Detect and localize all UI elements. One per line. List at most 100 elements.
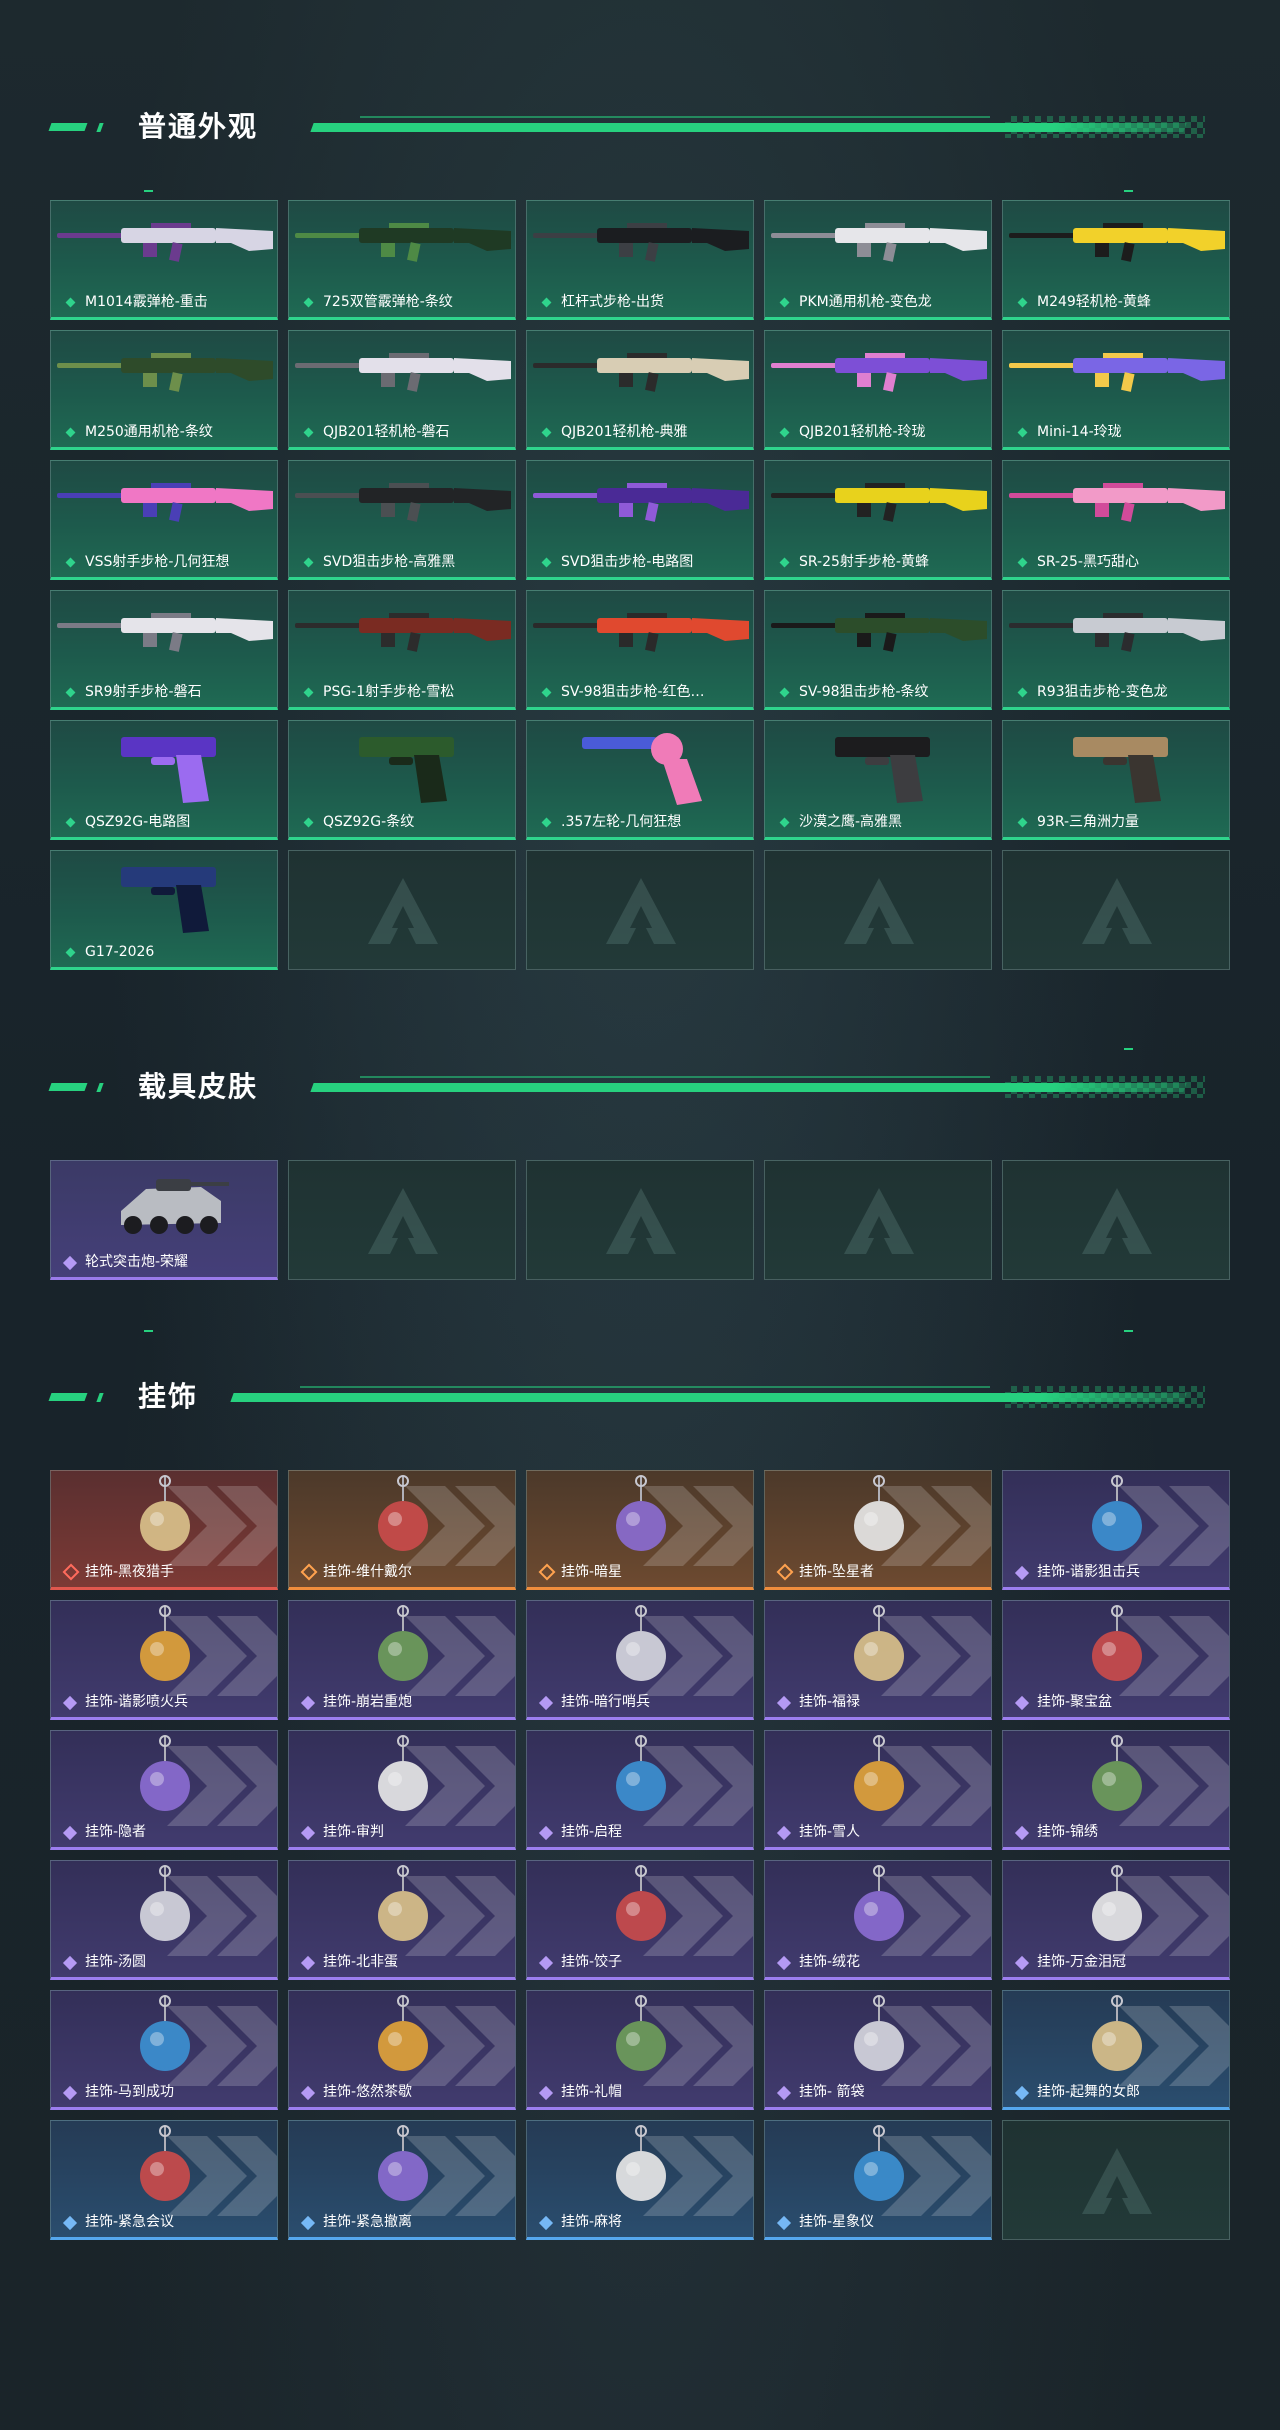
- item-label: M1014霰弹枪-重击: [85, 294, 208, 310]
- charm-horse-icon: [140, 1995, 190, 2071]
- header-accent-tick: [96, 123, 104, 132]
- rarity-diamond-icon: [541, 817, 552, 828]
- header-thin-line: [360, 116, 990, 118]
- delta-logo-icon: [606, 1188, 676, 1254]
- charm-tarot-icon: [140, 1735, 190, 1811]
- rarity-diamond-icon: [776, 1825, 792, 1841]
- charm-item-card[interactable]: 挂饰-悠然茶歇: [288, 1990, 516, 2110]
- weapon-item-card[interactable]: SR-25射手步枪-黄蜂: [764, 460, 992, 580]
- empty-slot: [1002, 2120, 1230, 2240]
- weapon-item-card[interactable]: QJB201轻机枪-磐石: [288, 330, 516, 450]
- sniper-purple-icon: [533, 483, 749, 522]
- charm-item-card[interactable]: 挂饰-坠星者: [764, 1470, 992, 1590]
- charm-item-card[interactable]: 挂饰-绒花: [764, 1860, 992, 1980]
- charm-item-card[interactable]: 挂饰-雪人: [764, 1730, 992, 1850]
- item-label: SR-25射手步枪-黄蜂: [799, 554, 929, 570]
- weapon-item-card[interactable]: 93R-三角洲力量: [1002, 720, 1230, 840]
- pistol-green-icon: [359, 737, 454, 803]
- item-label: QSZ92G-条纹: [323, 814, 415, 830]
- charm-item-card[interactable]: 挂饰-福禄: [764, 1600, 992, 1720]
- charm-item-card[interactable]: 挂饰-谐影狙击兵: [1002, 1470, 1230, 1590]
- header-thin-line: [300, 1386, 990, 1388]
- charm-meeting-icon: [140, 2125, 190, 2201]
- charm-item-card[interactable]: 挂饰-紧急撤离: [288, 2120, 516, 2240]
- charm-item-card[interactable]: 挂饰-隐者: [50, 1730, 278, 1850]
- charm-item-card[interactable]: 挂饰-星象仪: [764, 2120, 992, 2240]
- charm-item-card[interactable]: 挂饰-维什戴尔: [288, 1470, 516, 1590]
- header-thin-line: [360, 1076, 990, 1078]
- weapon-item-card[interactable]: SR9射手步枪-磐石: [50, 590, 278, 710]
- weapon-item-card[interactable]: Mini-14-玲珑: [1002, 330, 1230, 450]
- rarity-diamond-icon: [1017, 427, 1028, 438]
- weapon-item-card[interactable]: SVD狙击步枪-高雅黑: [288, 460, 516, 580]
- empty-slot: [1002, 850, 1230, 970]
- weapon-item-card[interactable]: PKM通用机枪-变色龙: [764, 200, 992, 320]
- rarity-diamond-icon: [538, 1563, 556, 1581]
- weapon-item-card[interactable]: QSZ92G-条纹: [288, 720, 516, 840]
- charm-item-card[interactable]: 挂饰-礼帽: [526, 1990, 754, 2110]
- charm-item-card[interactable]: 挂饰-万金泪冠: [1002, 1860, 1230, 1980]
- sniper-silver-icon: [1009, 613, 1225, 652]
- item-label: 挂饰-坠星者: [799, 1564, 875, 1580]
- weapon-item-card[interactable]: R93狙击步枪-变色龙: [1002, 590, 1230, 710]
- weapon-item-card[interactable]: 725双管霰弹枪-条纹: [288, 200, 516, 320]
- charm-butterfly-icon: [1092, 1735, 1142, 1811]
- weapon-item-card[interactable]: .357左轮-几何狂想: [526, 720, 754, 840]
- item-label: 沙漠之鹰-高雅黑: [799, 814, 903, 830]
- weapon-item-card[interactable]: PSG-1射手步枪-雪松: [288, 590, 516, 710]
- weapon-item-card[interactable]: G17-2026: [50, 850, 278, 970]
- item-label: 挂饰-隐者: [85, 1824, 147, 1840]
- weapon-item-card[interactable]: M250通用机枪-条纹: [50, 330, 278, 450]
- rarity-diamond-icon: [538, 1695, 554, 1711]
- charm-item-card[interactable]: 挂饰-聚宝盆: [1002, 1600, 1230, 1720]
- charm-item-card[interactable]: 挂饰-汤圆: [50, 1860, 278, 1980]
- weapon-item-card[interactable]: SV-98狙击步枪-红色…: [526, 590, 754, 710]
- weapon-item-card[interactable]: 杠杆式步枪-出货: [526, 200, 754, 320]
- delta-logo-icon: [368, 878, 438, 944]
- charm-item-card[interactable]: 挂饰-起舞的女郎: [1002, 1990, 1230, 2110]
- delta-logo-icon: [368, 1188, 438, 1254]
- charm-quiver-icon: [854, 1995, 904, 2071]
- rifle-white-icon: [57, 613, 273, 652]
- charm-item-card[interactable]: 挂饰-谐影喷火兵: [50, 1600, 278, 1720]
- rarity-diamond-icon: [538, 1825, 554, 1841]
- charm-item-card[interactable]: 挂饰-马到成功: [50, 1990, 278, 2110]
- rarity-diamond-icon: [1017, 557, 1028, 568]
- weapon-item-card[interactable]: QSZ92G-电路图: [50, 720, 278, 840]
- rarity-diamond-icon: [300, 1955, 316, 1971]
- empty-slot: [288, 1160, 516, 1280]
- charm-item-card[interactable]: 挂饰-北非蛋: [288, 1860, 516, 1980]
- weapon-item-card[interactable]: QJB201轻机枪-玲珑: [764, 330, 992, 450]
- charm-item-card[interactable]: 挂饰-启程: [526, 1730, 754, 1850]
- weapon-item-card[interactable]: VSS射手步枪-几何狂想: [50, 460, 278, 580]
- weapon-item-card[interactable]: M249轻机枪-黄蜂: [1002, 200, 1230, 320]
- weapon-item-card[interactable]: M1014霰弹枪-重击: [50, 200, 278, 320]
- charm-astrolabe-icon: [854, 2125, 904, 2201]
- armored-vehicle-icon: [121, 1179, 229, 1234]
- section-title: 挂饰: [138, 1380, 199, 1413]
- weapon-item-card[interactable]: SVD狙击步枪-电路图: [526, 460, 754, 580]
- rarity-diamond-icon: [541, 687, 552, 698]
- charm-item-card[interactable]: 挂饰-审判: [288, 1730, 516, 1850]
- rarity-diamond-icon: [1014, 2085, 1030, 2101]
- charm-item-card[interactable]: 挂饰-锦绣: [1002, 1730, 1230, 1850]
- delta-logo-icon: [844, 878, 914, 944]
- charm-item-card[interactable]: 挂饰-紧急会议: [50, 2120, 278, 2240]
- weapon-item-card[interactable]: SV-98狙击步枪-条纹: [764, 590, 992, 710]
- charm-item-card[interactable]: 挂饰-崩岩重炮: [288, 1600, 516, 1720]
- weapon-item-card[interactable]: QJB201轻机枪-典雅: [526, 330, 754, 450]
- item-label: G17-2026: [85, 944, 155, 960]
- charm-item-card[interactable]: 挂饰- 箭袋: [764, 1990, 992, 2110]
- weapon-item-card[interactable]: SR-25-黑巧甜心: [1002, 460, 1230, 580]
- charm-item-card[interactable]: 挂饰-暗星: [526, 1470, 754, 1590]
- charm-judgement-icon: [378, 1735, 428, 1811]
- charm-item-card[interactable]: 挂饰-饺子: [526, 1860, 754, 1980]
- charm-item-card[interactable]: 挂饰-黑夜猎手: [50, 1470, 278, 1590]
- charm-item-card[interactable]: 挂饰-麻将: [526, 2120, 754, 2240]
- charm-mahjong-icon: [616, 2125, 666, 2201]
- sniper-orange-icon: [533, 613, 749, 652]
- vehicle-item-card[interactable]: 轮式突击炮-荣耀: [50, 1160, 278, 1280]
- shotgun-pink-icon: [57, 223, 273, 262]
- weapon-item-card[interactable]: 沙漠之鹰-高雅黑: [764, 720, 992, 840]
- charm-item-card[interactable]: 挂饰-暗行哨兵: [526, 1600, 754, 1720]
